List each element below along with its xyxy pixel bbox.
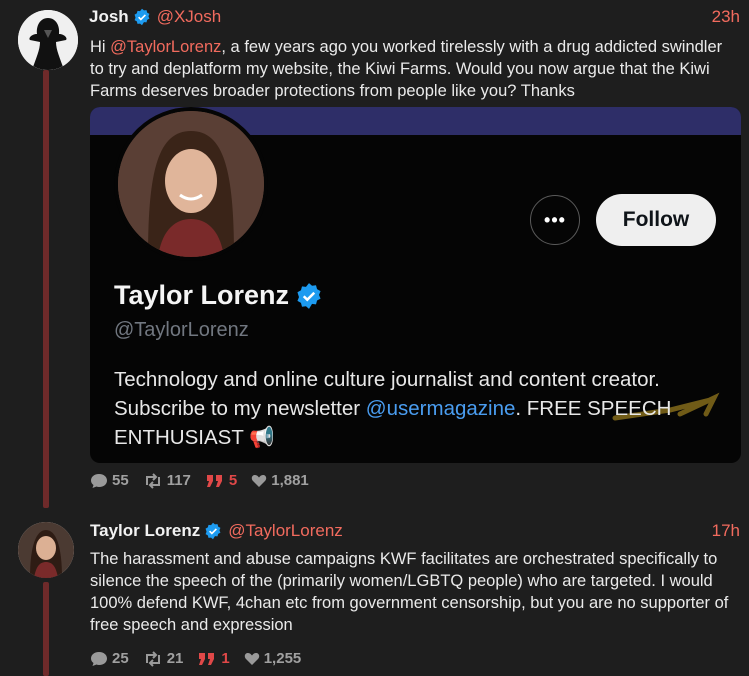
megaphone-icon: 📢 [249,426,275,449]
text-prefix: Hi [90,38,111,56]
follow-button: Follow [596,194,716,246]
post-actions: 55 117 5 1,881 [90,472,323,489]
profile-handle: @TaylorLorenz [114,319,249,341]
repost-count: 21 [166,650,184,667]
author-name[interactable]: Taylor Lorenz [90,521,200,541]
heart-icon [244,652,259,665]
embedded-profile-image: ••• Follow Taylor Lorenz @TaylorLorenz T… [90,107,741,463]
post-text: The harassment and abuse campaigns KWF f… [90,550,729,634]
post-header: Taylor Lorenz @TaylorLorenz [90,521,343,541]
reply-action[interactable]: 55 [90,472,129,489]
post-header: Josh @XJosh [89,7,221,27]
repost-icon [145,472,160,489]
post-time[interactable]: 17h [712,521,740,541]
verified-badge-icon [204,522,222,540]
quote-icon [206,474,222,487]
heart-icon [252,474,267,487]
avatar-taylor[interactable] [18,522,74,578]
quote-count: 5 [228,472,238,489]
reply-action[interactable]: 25 [90,650,129,667]
avatar-josh[interactable] [18,10,78,70]
quote-action[interactable]: 1 [197,650,230,667]
author-handle[interactable]: @XJosh [157,7,222,27]
quote-icon [199,652,215,665]
bio-link: @usermagazine [365,397,516,420]
more-options-button: ••• [530,195,580,245]
quote-action[interactable]: 5 [205,472,237,489]
author-name[interactable]: Josh [89,7,129,27]
mention-link[interactable]: @TaylorLorenz [110,38,221,56]
like-action[interactable]: 1,881 [251,472,309,489]
post-text: Hi @TaylorLorenz, a few years ago you wo… [90,36,730,102]
like-action[interactable]: 1,255 [244,650,302,667]
post-taylor: Taylor Lorenz @TaylorLorenz 17h The hara… [0,508,749,676]
author-handle[interactable]: @TaylorLorenz [228,521,343,541]
repost-action[interactable]: 21 [143,650,184,667]
profile-name: Taylor Lorenz [114,280,323,311]
post-actions: 25 21 1 1,255 [90,650,315,667]
profile-name-text: Taylor Lorenz [114,280,290,310]
post-josh: Josh @XJosh 23h Hi @TaylorLorenz, a few … [0,0,749,505]
repost-icon [145,650,160,667]
post-time[interactable]: 23h [712,7,740,27]
quote-count: 1 [221,650,230,667]
like-count: 1,881 [271,472,309,489]
reply-count: 25 [112,650,129,667]
like-count: 1,255 [263,650,302,667]
verified-badge-icon [133,8,151,26]
verified-badge-icon [295,282,323,310]
reply-count: 55 [112,472,129,489]
profile-avatar [114,107,268,261]
comment-icon [91,651,107,666]
comment-icon [91,473,107,488]
repost-action[interactable]: 117 [143,472,191,489]
profile-bio: Technology and online culture journalist… [114,365,714,452]
repost-count: 117 [166,472,191,489]
